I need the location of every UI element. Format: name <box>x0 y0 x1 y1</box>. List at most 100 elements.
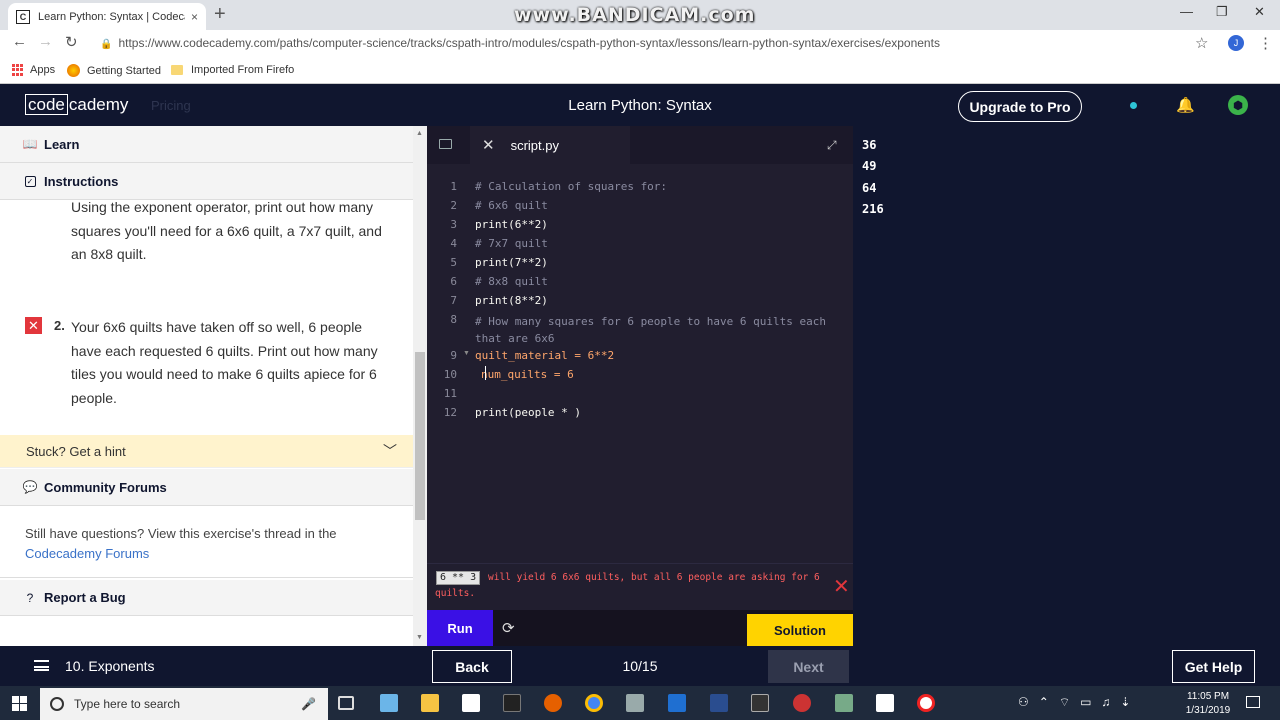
browser-tab[interactable]: C Learn Python: Syntax | Codecade × <box>8 3 206 30</box>
run-button[interactable]: Run <box>427 610 493 646</box>
line-number: 11 <box>443 387 457 400</box>
task-view-icon[interactable] <box>338 696 354 710</box>
upgrade-button[interactable]: Upgrade to Pro <box>958 91 1082 122</box>
reset-icon[interactable]: ⟳ <box>502 619 515 637</box>
folder-icon[interactable] <box>439 139 452 149</box>
file-explorer-icon[interactable] <box>421 694 439 712</box>
chrome-icon[interactable] <box>585 694 603 712</box>
record-icon[interactable] <box>917 694 935 712</box>
app-icon[interactable] <box>626 694 644 712</box>
chat-icon: 💬 <box>22 480 38 494</box>
hint-toggle[interactable]: Stuck? Get a hint ﹀ <box>0 435 413 468</box>
minimize-window-icon[interactable]: — <box>1180 4 1193 19</box>
firefox-icon <box>67 64 80 77</box>
code-line: # How many squares for 6 people to have … <box>475 315 826 345</box>
amazon-icon[interactable] <box>503 694 521 712</box>
bookmark-imported-folder[interactable]: Imported From Firefo <box>171 64 294 76</box>
defender-icon[interactable] <box>668 694 686 712</box>
notepad-icon[interactable] <box>876 694 894 712</box>
error-code-snippet: 6 ** 3 <box>436 571 481 585</box>
notification-bell-icon[interactable]: 🔔 <box>1176 96 1195 114</box>
taskbar-search[interactable]: Type here to search 🎤 <box>40 688 328 720</box>
fold-arrow-icon[interactable]: ▼ <box>463 350 470 357</box>
community-forums-header: 💬 Community Forums <box>0 469 413 506</box>
bookmark-apps[interactable]: Apps <box>12 64 55 76</box>
text-cursor <box>485 366 486 380</box>
expand-icon[interactable]: ⤢ <box>827 138 837 153</box>
task-incomplete-icon: ✕ <box>25 317 42 334</box>
code-line: num_quilts = 6 <box>481 368 574 381</box>
bookmark-getting-started-label: Getting Started <box>87 64 161 77</box>
browser-menu-icon[interactable]: ⋮ <box>1258 34 1273 52</box>
code-line: print(6**2) <box>475 218 548 231</box>
get-help-button[interactable]: Get Help <box>1172 650 1255 683</box>
close-window-icon[interactable]: ✕ <box>1254 4 1265 20</box>
taskbar-search-placeholder: Type here to search <box>74 697 181 711</box>
checkbox-icon: ✓ <box>24 175 36 187</box>
scrollbar-thumb[interactable] <box>415 352 425 520</box>
hint-label: Stuck? Get a hint <box>26 443 126 459</box>
browser-tab-title: Learn Python: Syntax | Codecade <box>38 10 185 23</box>
microphone-icon[interactable]: 🎤 <box>301 697 316 711</box>
forward-arrow-icon[interactable]: → <box>38 33 53 50</box>
windows-start-icon[interactable] <box>12 696 27 711</box>
output-line: 36 <box>862 138 877 152</box>
system-tray-icons[interactable]: ⚇⌃⌔▭♫⇣ <box>1018 695 1141 710</box>
app-icon[interactable] <box>793 694 811 712</box>
bookmark-apps-label: Apps <box>30 64 56 76</box>
scroll-down-icon[interactable]: ▼ <box>416 634 423 641</box>
code-line: # 6x6 quilt <box>475 199 548 212</box>
code-line: print(people * ) <box>475 406 581 419</box>
app-icon[interactable] <box>835 694 853 712</box>
clock-date: 1/31/2019 <box>1185 705 1231 716</box>
close-tab-icon[interactable]: × <box>191 10 198 24</box>
forums-label: Community Forums <box>44 479 167 495</box>
terminal-icon[interactable] <box>751 694 769 712</box>
line-number: 8 <box>450 313 457 326</box>
next-button[interactable]: Next <box>768 650 849 683</box>
reload-icon[interactable]: ↻ <box>65 33 78 51</box>
close-file-icon[interactable]: ✕ <box>482 136 495 154</box>
file-tab-name: script.py <box>510 137 559 153</box>
output-line: 49 <box>862 159 877 173</box>
user-avatar[interactable]: ⬢ <box>1228 95 1248 115</box>
scroll-up-icon[interactable]: ▲ <box>416 130 423 137</box>
store-icon[interactable] <box>462 694 480 712</box>
kindle-icon[interactable] <box>710 694 728 712</box>
line-number: 12 <box>443 406 457 419</box>
forums-description: Still have questions? View this exercise… <box>25 524 395 564</box>
dismiss-error-icon[interactable]: ✕ <box>833 574 850 599</box>
firefox-taskbar-icon[interactable] <box>544 694 562 712</box>
account-avatar[interactable]: J <box>1228 35 1244 51</box>
back-button[interactable]: Back <box>432 650 512 683</box>
output-line: 64 <box>862 181 877 195</box>
url-field[interactable]: 🔒 https://www.codecademy.com/paths/comput… <box>100 36 940 50</box>
folder-icon <box>171 65 183 75</box>
code-line: # 8x8 quilt <box>475 275 548 288</box>
bookmark-getting-started[interactable]: Getting Started <box>67 64 161 77</box>
cortana-icon <box>50 697 64 711</box>
learn-label: Learn <box>44 136 80 152</box>
maximize-window-icon[interactable]: ❐ <box>1216 4 1228 20</box>
solution-button[interactable]: Solution <box>747 614 853 646</box>
code-line: # Calculation of squares for: <box>475 180 668 193</box>
instructions-section-header[interactable]: ✓ Instructions <box>0 163 413 200</box>
lesson-name[interactable]: 10. Exponents <box>65 658 155 674</box>
back-arrow-icon[interactable]: ← <box>12 33 27 50</box>
clock-time: 11:05 PM <box>1186 691 1230 702</box>
new-tab-button[interactable]: + <box>214 3 226 26</box>
forums-link[interactable]: Codecademy Forums <box>25 546 149 561</box>
help-circle-icon: ? <box>26 590 34 605</box>
hamburger-menu-icon[interactable] <box>34 660 49 671</box>
lesson-progress: 10/15 <box>622 658 658 674</box>
app-icon[interactable] <box>380 694 398 712</box>
taskbar-clock[interactable]: 11:05 PM 1/31/2019 <box>1178 690 1238 718</box>
line-number: 6 <box>450 275 457 288</box>
task-2-number: 2. <box>54 318 65 333</box>
report-bug-link[interactable]: ? Report a Bug <box>0 580 413 616</box>
line-number: 9 <box>450 349 457 362</box>
bookmark-star-icon[interactable]: ☆ <box>1195 34 1208 52</box>
file-tab[interactable]: ✕ script.py <box>470 126 630 164</box>
notifications-icon[interactable] <box>1246 696 1260 708</box>
learn-section-header[interactable]: 📖 Learn <box>0 126 413 163</box>
